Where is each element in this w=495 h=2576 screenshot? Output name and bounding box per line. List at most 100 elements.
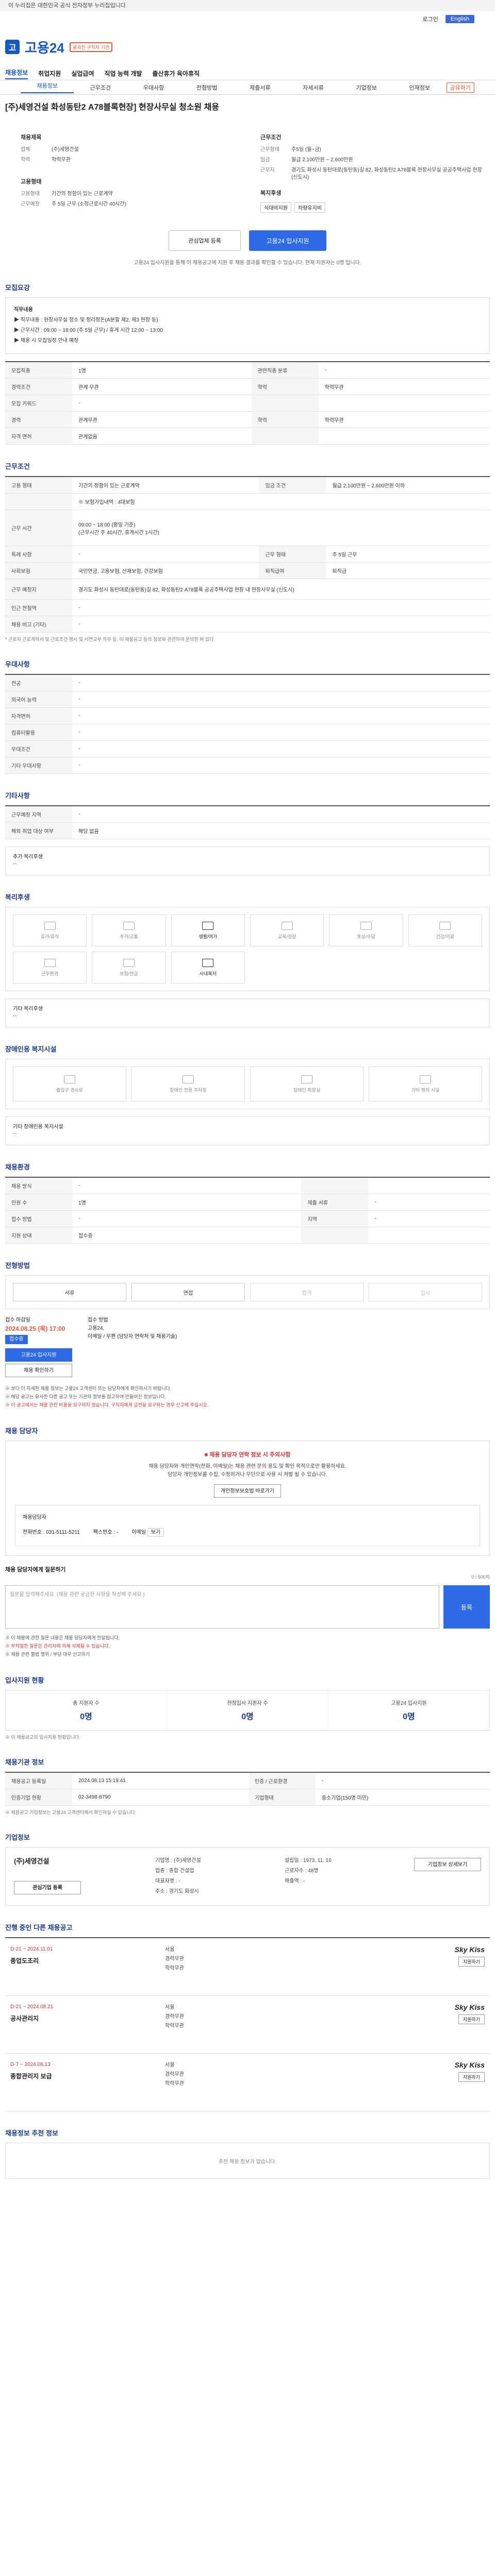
similar-job-item[interactable]: D-21 ~ 2024.08.21 공사관리지 서울 경력무관 학력무관 Sky Kiss… (5, 1996, 490, 2054)
cond-memo: ※ 보험가입내역 : 4대보험 (78, 500, 135, 505)
company-favorite-button[interactable]: 관심기업 등록 (14, 1881, 81, 1894)
qa-title: 채용 담당자에게 질문하기 (5, 1567, 66, 1573)
accessibility-icon (420, 1075, 431, 1083)
stat-value: 0명 (241, 1713, 254, 1721)
similar-apply-button[interactable]: 지원하기 (458, 2014, 485, 2024)
favorite-button[interactable]: 관심업체 등록 (169, 230, 241, 251)
language-button[interactable]: English (445, 15, 474, 23)
qa-input[interactable]: 질문을 입력해주세요. (채용 관련 궁금한 사항을 작성해 주세요.) (5, 1585, 439, 1629)
similar-title[interactable]: 공사관리지 (10, 2014, 165, 2023)
welfare-item: 생활/여가 (171, 914, 245, 946)
privacy-law-link[interactable]: 개인정보보호법 바로가기 (214, 1484, 281, 1498)
section-job-desc: 모집요강 직무내용 ▶ 직무내용 : 현장사무실 청소 및 정리정돈(A분할 제… (5, 282, 490, 445)
job-desc-line: ▶ 채용 시 모집일정 안내 예정 (14, 338, 79, 344)
company-detail-button[interactable]: 기업정보 상세보기 (414, 1858, 481, 1871)
kv-row: 근무형태 주5일 (월~금) (260, 146, 490, 154)
similar-job-item[interactable]: D-7 ~ 2024.08.13 종합관리지 보급 서울 경력무관 학력무관 Sky Ki… (5, 2054, 490, 2111)
table-row: 모집 키워드 - (5, 395, 490, 412)
welfare-extra: 기타 복리후생 ... (5, 998, 490, 1027)
table-row: 전공 - (5, 674, 490, 691)
section-title: 전형방법 (5, 1262, 30, 1269)
welfare-item: 근무환경 (13, 952, 87, 984)
tab-item[interactable]: 제출서류 (234, 83, 287, 92)
cell-value: (근무시간 주 40시간, 휴게시간 1시간) (78, 530, 159, 536)
tab-item[interactable]: 자세서류 (287, 83, 340, 92)
job-tabs: 채용정보 근무조건 우대사항 전형방법 제출서류 자세서류 기업정보 인재정보 공유하기 (0, 80, 495, 95)
section-title: 채용기관 정보 (5, 1758, 44, 1766)
job-desc-box: 직무내용 ▶ 직무내용 : 현장사무실 청소 및 정리정돈(A분할 제2, 제3… (5, 297, 490, 354)
place-table: 채용 방식 - 인원 수 1명 제출 서류 - 접수 방법 - 지역 - 지원 상태 접수중 (5, 1177, 490, 1244)
kv-row: 학력 학력무관 (21, 157, 250, 164)
cell-key: 우대조건 (5, 740, 72, 757)
cell-value: 퇴직금 (326, 562, 490, 579)
cell-key: 퇴직급여 (259, 562, 326, 579)
tab-item[interactable]: 우대사항 (127, 83, 180, 92)
tab-item[interactable]: 전형방법 (180, 83, 234, 92)
kv-key: 업체 (21, 147, 30, 152)
table-row: 우대조건 - (5, 740, 490, 757)
cell-value (368, 1227, 490, 1244)
stat-value: 0명 (403, 1713, 415, 1721)
mail-key: 이메일 (131, 1530, 146, 1535)
similar-meta-line: 서울 (165, 2062, 175, 2068)
cell-key: 해외 취업 대상 여부 (5, 822, 72, 839)
login-link[interactable]: 로그인 (423, 15, 438, 23)
qa-submit-button[interactable]: 등록 (443, 1585, 490, 1629)
cell-value: 학력무관 (318, 378, 490, 395)
gnb-item[interactable]: 취업지원 (38, 69, 61, 78)
logo-icon[interactable]: 고 (5, 40, 20, 54)
similar-title[interactable]: 종합관리지 보급 (10, 2072, 165, 2080)
share-button[interactable]: 공유하기 (446, 82, 474, 93)
welfare-label: 근무환경 (41, 971, 59, 976)
disabled-item: 장애인 화장실 (250, 1066, 364, 1101)
preferences-table: 전공 - 외국어 능력 - 자격면허 - 컴퓨터활용 - 우대조건 - 기타 우대사항 - (5, 674, 490, 774)
disabled-label: 장애인 전용 주차장 (170, 1087, 207, 1093)
similar-title[interactable]: 종업도조리 (10, 1957, 165, 1965)
section-notice: 채용기관 정보 채용공고 등록일 2024.08.13 15:19:41 인증 / … (5, 1757, 490, 1816)
method-line: 이메일 / 우편 (담당자 연락처 및 채용기술) (88, 1334, 177, 1340)
table-row: 경력 관계무관 학력 학력무관 (5, 411, 490, 428)
table-row: 외국어 능력 - (5, 691, 490, 708)
tab-item[interactable]: 인재정보 (393, 83, 446, 92)
summary-emp-title: 고용형태 (21, 179, 42, 185)
tab-item[interactable]: 근무조건 (74, 83, 127, 92)
cell-value: - (72, 616, 490, 633)
gnb-item[interactable]: 실업급여 (71, 69, 94, 78)
cell-value: - (72, 806, 490, 823)
cell-key (251, 428, 319, 445)
company-info-line: 매출액 : - (285, 1878, 305, 1884)
cell-key: 특례 사항 (5, 546, 72, 563)
gnb-item[interactable]: 출산휴가 육아휴직 (152, 69, 200, 78)
similar-apply-button[interactable]: 지원하기 (458, 1957, 485, 1967)
logo-text[interactable]: 고용24 (25, 38, 64, 57)
kv-value: 월급 2,100만원 ~ 2,600만원 (291, 157, 353, 163)
section-title: 복리후생 (5, 893, 30, 901)
disabled-grid: 출입구 경사로 장애인 전용 주차장 장애인 화장실 기타 편의 시설 (5, 1059, 490, 1109)
cell-value: 관계무관 (72, 411, 252, 428)
cell-value: - (72, 757, 490, 774)
gnb-item[interactable]: 채용정보 (5, 68, 28, 79)
disabled-extra-value: ... (13, 1130, 18, 1136)
contact-card: 채용담당자 전화번호 : 031-5111-5211 팩스번호 : - 이메일 … (15, 1505, 480, 1546)
similar-apply-button[interactable]: 지원하기 (458, 2072, 485, 2082)
similar-right: Sky Kiss 지원하기 (412, 2003, 485, 2046)
tab-item[interactable]: 채용정보 (21, 81, 74, 93)
cell-value: - (72, 1177, 302, 1194)
deadline-check-button[interactable]: 채용 확인하기 (5, 1364, 72, 1377)
mail-view-button[interactable]: 보기 (147, 1528, 164, 1537)
deadline-apply-button[interactable]: 고용24 입사지원 (5, 1348, 72, 1362)
kv-key: 임금 (260, 157, 270, 163)
similar-meta-line: 경력무관 (165, 2014, 184, 2020)
gnb-item[interactable]: 직업 능력 개발 (105, 69, 142, 78)
stat-item: 총 지원자 수 0명 (6, 1690, 167, 1730)
table-row: 인원 수 1명 제출 서류 - (5, 1194, 490, 1211)
tab-item[interactable]: 기업정보 (340, 83, 393, 92)
job-table: 모집직종 1명 관련직종 분류 - 경력조건 관계 무관 학력 학력무관 모집 키워드 - 경력 관계… (5, 361, 490, 445)
apply-button[interactable]: 고용24 입사지원 (249, 230, 326, 251)
cell-value: 중소기업(150명 미만) (315, 1789, 490, 1806)
similar-job-item[interactable]: D-21 ~ 2024.11.01 종업도조리 서울 경력무관 학력무관 Sky Kiss… (5, 1938, 490, 1996)
qa-count: 0 / 500자 (471, 1574, 490, 1580)
cell-key: 컴퓨터활용 (5, 724, 72, 741)
note-item: ※ 이 공고에서는 채용 관련 비용을 요구하지 않습니다. 구직자에게 금전을… (5, 1402, 209, 1408)
table-row: 지원 상태 접수중 (5, 1227, 490, 1244)
